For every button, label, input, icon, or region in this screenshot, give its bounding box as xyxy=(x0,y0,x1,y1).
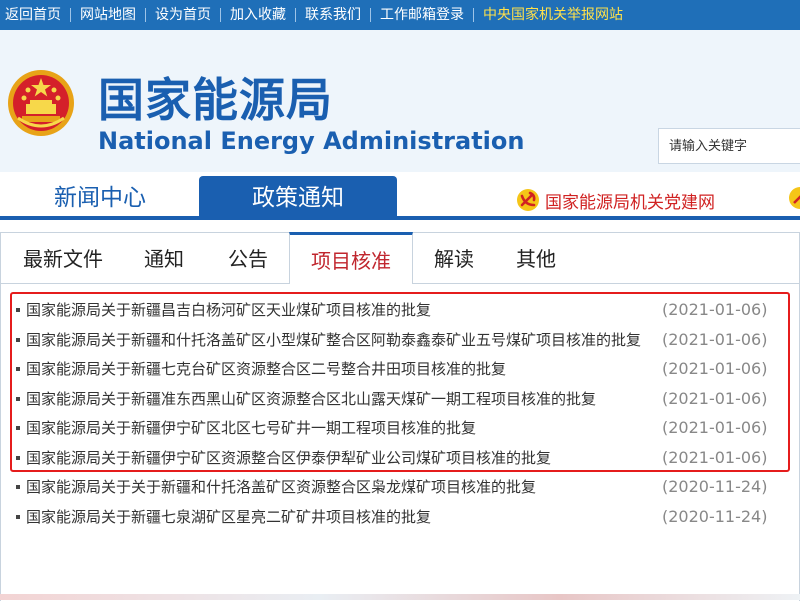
document-title[interactable]: 国家能源局关于新疆伊宁矿区资源整合区伊泰伊犁矿业公司煤矿项目核准的批复 xyxy=(26,447,642,469)
list-item[interactable]: 国家能源局关于新疆昌吉白杨河矿区天业煤矿项目核准的批复 (2021-01-06) xyxy=(1,295,799,325)
document-title[interactable]: 国家能源局关于新疆七克台矿区资源整合区二号整合井田项目核准的批复 xyxy=(26,358,642,380)
document-date: (2020-11-24) xyxy=(662,477,768,496)
national-emblem-icon xyxy=(8,70,74,136)
main-nav: 新闻中心 政策通知 国家能源局机关党建网 xyxy=(0,172,800,220)
bullet xyxy=(16,337,20,342)
document-date: (2021-01-06) xyxy=(662,300,768,319)
tab-news-center[interactable]: 新闻中心 xyxy=(40,176,160,220)
sub-tabs: 最新文件 通知 公告 项目核准 解读 其他 xyxy=(1,232,799,284)
link-set-homepage[interactable]: 设为首页 xyxy=(146,8,221,22)
document-date: (2021-01-06) xyxy=(662,329,768,349)
list-item[interactable]: 国家能源局关于新疆准东西黑山矿区资源整合区北山露天煤矿一期工程项目核准的批复 (… xyxy=(1,384,799,414)
list-item[interactable]: 国家能源局关于新疆伊宁矿区北区七号矿井一期工程项目核准的批复 (2021-01-… xyxy=(1,413,799,443)
document-date: (2021-01-06) xyxy=(662,418,768,437)
party-emblem-icon[interactable] xyxy=(788,186,800,210)
bullet xyxy=(16,455,20,460)
document-title[interactable]: 国家能源局关于关于新疆和什托洛盖矿区资源整合区枭龙煤矿项目核准的批复 xyxy=(26,476,642,498)
search-input[interactable] xyxy=(658,128,800,164)
top-bar: 返回首页 网站地图 设为首页 加入收藏 联系我们 工作邮箱登录 中央国家机关举报… xyxy=(0,0,800,30)
bullet xyxy=(16,396,20,401)
document-title[interactable]: 国家能源局关于新疆伊宁矿区北区七号矿井一期工程项目核准的批复 xyxy=(26,417,642,439)
link-report-website[interactable]: 中央国家机关举报网站 xyxy=(474,8,632,22)
bullet xyxy=(16,308,20,312)
document-title[interactable]: 国家能源局关于新疆昌吉白杨河矿区天业煤矿项目核准的批复 xyxy=(26,299,642,321)
subtab-notices[interactable]: 通知 xyxy=(129,233,199,283)
document-date: (2021-01-06) xyxy=(662,359,768,378)
site-title-cn: 国家能源局 xyxy=(98,73,333,127)
tab-policy-notices[interactable]: 政策通知 xyxy=(199,176,397,220)
party-building-link[interactable]: 国家能源局机关党建网 xyxy=(516,186,715,214)
document-title[interactable]: 国家能源局关于新疆准东西黑山矿区资源整合区北山露天煤矿一期工程项目核准的批复 xyxy=(26,388,642,410)
site-title-en: National Energy Administration xyxy=(98,127,525,155)
bullet xyxy=(16,514,20,519)
link-home[interactable]: 返回首页 xyxy=(0,8,71,22)
bullet xyxy=(16,426,20,430)
subtab-announcements[interactable]: 公告 xyxy=(213,233,283,283)
bullet xyxy=(16,485,20,489)
list-item[interactable]: 国家能源局关于新疆七克台矿区资源整合区二号整合井田项目核准的批复 (2021-0… xyxy=(1,354,799,384)
party-emblem-icon xyxy=(517,189,539,211)
document-title[interactable]: 国家能源局关于新疆和什托洛盖矿区小型煤矿整合区阿勒泰鑫泰矿业五号煤矿项目核准的批… xyxy=(26,329,642,351)
subtab-project-approval[interactable]: 项目核准 xyxy=(289,232,413,284)
list-item[interactable]: 国家能源局关于新疆伊宁矿区资源整合区伊泰伊犁矿业公司煤矿项目核准的批复 (202… xyxy=(1,443,799,473)
bullet xyxy=(16,367,20,371)
list-item[interactable]: 国家能源局关于新疆七泉湖矿区星亮二矿矿井项目核准的批复 (2020-11-24) xyxy=(1,502,799,532)
document-date: (2020-11-24) xyxy=(662,506,768,526)
link-add-favorite[interactable]: 加入收藏 xyxy=(221,8,296,22)
subtab-latest-files[interactable]: 最新文件 xyxy=(9,233,117,283)
list-item[interactable]: 国家能源局关于新疆和什托洛盖矿区小型煤矿整合区阿勒泰鑫泰矿业五号煤矿项目核准的批… xyxy=(1,325,799,355)
subtab-interpretation[interactable]: 解读 xyxy=(419,233,489,283)
document-date: (2021-01-06) xyxy=(662,447,768,467)
link-work-email-login[interactable]: 工作邮箱登录 xyxy=(371,8,474,22)
site-header: 国家能源局 National Energy Administration xyxy=(0,30,800,172)
list-item[interactable]: 国家能源局关于关于新疆和什托洛盖矿区资源整合区枭龙煤矿项目核准的批复 (2020… xyxy=(1,472,799,502)
link-sitemap[interactable]: 网站地图 xyxy=(71,8,146,22)
document-date: (2021-01-06) xyxy=(662,388,768,408)
bottom-strip xyxy=(0,594,800,600)
document-title[interactable]: 国家能源局关于新疆七泉湖矿区星亮二矿矿井项目核准的批复 xyxy=(26,506,642,528)
content-panel: 最新文件 通知 公告 项目核准 解读 其他 国家能源局关于新疆昌吉白杨河矿区天业… xyxy=(0,232,800,601)
link-contact-us[interactable]: 联系我们 xyxy=(296,8,371,22)
party-building-label: 国家能源局机关党建网 xyxy=(545,192,715,213)
subtab-others[interactable]: 其他 xyxy=(501,233,571,283)
